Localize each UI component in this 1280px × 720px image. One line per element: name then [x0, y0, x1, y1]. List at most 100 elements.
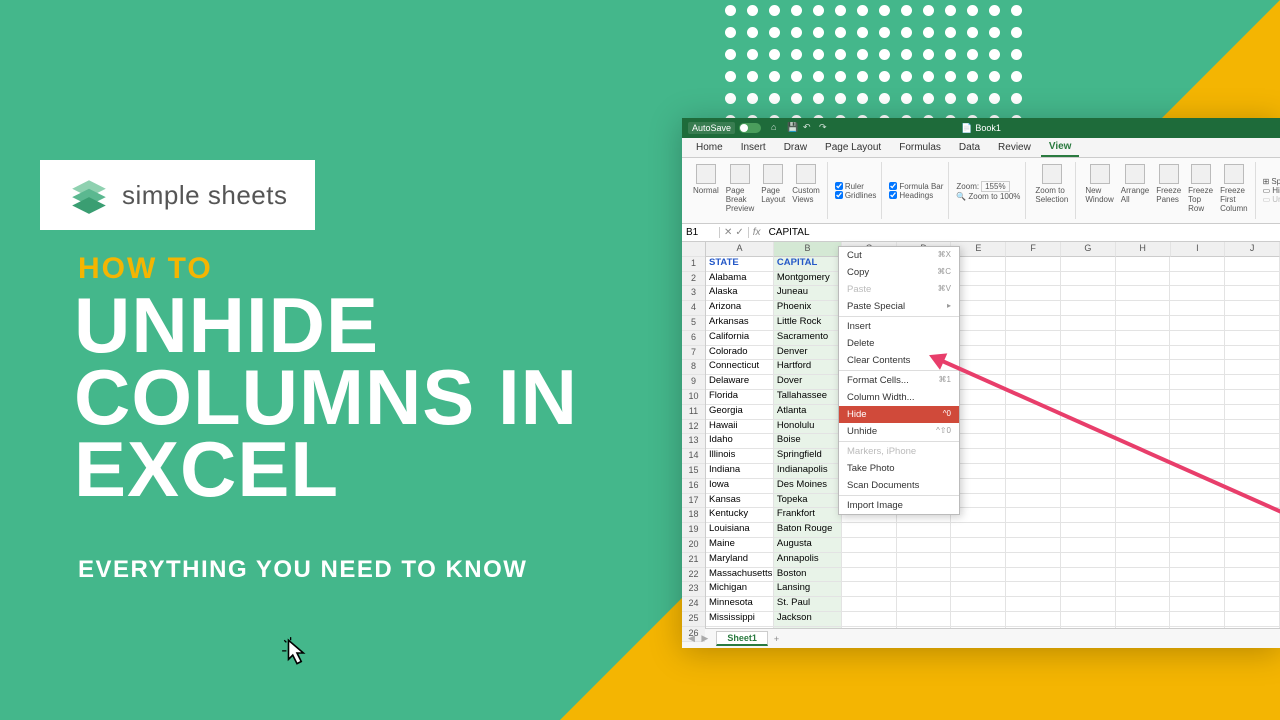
cell[interactable]: Boston [774, 568, 842, 583]
cell[interactable]: Montgomery [774, 272, 842, 287]
cell[interactable] [1116, 612, 1171, 627]
cell[interactable] [1116, 257, 1171, 272]
cell[interactable] [1170, 375, 1225, 390]
cell[interactable]: Connecticut [706, 360, 774, 375]
cell[interactable]: Denver [774, 346, 842, 361]
cell[interactable] [1116, 553, 1171, 568]
cell[interactable]: Springfield [774, 449, 842, 464]
cell[interactable] [1116, 420, 1171, 435]
menu-format-cells[interactable]: Format Cells...⌘1 [839, 372, 959, 389]
cell[interactable] [1061, 597, 1116, 612]
col-header-f[interactable]: F [1006, 242, 1061, 257]
cell[interactable] [1006, 464, 1061, 479]
row-header[interactable]: 21 [682, 553, 705, 568]
headings-checkbox[interactable]: Headings [889, 191, 943, 200]
zoom-selection-button[interactable]: Zoom to Selection [1033, 162, 1070, 206]
cell[interactable]: St. Paul [774, 597, 842, 612]
cell[interactable] [1170, 553, 1225, 568]
cell[interactable] [1061, 568, 1116, 583]
cell[interactable] [1170, 612, 1225, 627]
cell[interactable] [1116, 331, 1171, 346]
cell[interactable] [1006, 272, 1061, 287]
row-header[interactable]: 25 [682, 612, 705, 627]
menu-import-image[interactable]: Import Image [839, 497, 959, 514]
cell[interactable]: Indiana [706, 464, 774, 479]
row-header[interactable]: 19 [682, 523, 705, 538]
cell[interactable] [1061, 508, 1116, 523]
cell[interactable] [1116, 464, 1171, 479]
cell[interactable] [1006, 286, 1061, 301]
hide-button[interactable]: ▭Hide [1263, 186, 1280, 195]
cell[interactable]: Atlanta [774, 405, 842, 420]
cell[interactable]: STATE [706, 257, 774, 272]
row-header[interactable]: 12 [682, 420, 705, 435]
cell[interactable] [1061, 523, 1116, 538]
col-header-i[interactable]: I [1171, 242, 1226, 257]
freeze-top-row-button[interactable]: Freeze Top Row [1186, 162, 1215, 215]
cell[interactable] [1170, 494, 1225, 509]
cell[interactable] [1116, 508, 1171, 523]
cell[interactable] [1170, 449, 1225, 464]
cell[interactable]: Frankfort [774, 508, 842, 523]
cell[interactable] [1116, 568, 1171, 583]
row-header[interactable]: 17 [682, 494, 705, 509]
cell[interactable]: Phoenix [774, 301, 842, 316]
cell[interactable] [1225, 375, 1280, 390]
tab-home[interactable]: Home [688, 139, 731, 156]
cell[interactable]: Dover [774, 375, 842, 390]
cell[interactable] [1006, 538, 1061, 553]
split-button[interactable]: ⊞Split [1263, 177, 1280, 186]
ruler-checkbox[interactable]: Ruler [835, 182, 877, 191]
home-icon[interactable]: ⌂ [771, 122, 783, 134]
row-header[interactable]: 22 [682, 568, 705, 583]
cell[interactable]: Jackson [774, 612, 842, 627]
cell[interactable]: Michigan [706, 582, 774, 597]
cell[interactable] [1006, 553, 1061, 568]
cell[interactable] [897, 553, 952, 568]
cell[interactable] [897, 612, 952, 627]
cell[interactable] [1006, 375, 1061, 390]
menu-delete[interactable]: Delete [839, 335, 959, 352]
cell[interactable] [842, 538, 897, 553]
cell[interactable] [1170, 568, 1225, 583]
select-all[interactable] [682, 242, 705, 257]
menu-hide[interactable]: Hide^0 [839, 406, 959, 423]
cell[interactable]: Kansas [706, 494, 774, 509]
cell[interactable]: Florida [706, 390, 774, 405]
cell[interactable]: Juneau [774, 286, 842, 301]
cell[interactable] [1116, 360, 1171, 375]
cell[interactable] [1170, 257, 1225, 272]
cell[interactable] [1116, 390, 1171, 405]
cell[interactable] [1170, 508, 1225, 523]
cell[interactable]: CAPITAL [774, 257, 842, 272]
cell[interactable]: Arizona [706, 301, 774, 316]
cell[interactable] [1170, 420, 1225, 435]
cell[interactable] [1170, 360, 1225, 375]
row-header[interactable]: 2 [682, 272, 705, 287]
cell[interactable] [1116, 346, 1171, 361]
cell[interactable]: Baton Rouge [774, 523, 842, 538]
cell[interactable]: Sacramento [774, 331, 842, 346]
zoom-100-button[interactable]: 🔍Zoom to 100% [956, 192, 1020, 201]
cell[interactable] [951, 568, 1006, 583]
row-header[interactable]: 6 [682, 331, 705, 346]
unhide-button[interactable]: ▭Unhide [1263, 195, 1280, 204]
autosave-toggle[interactable] [739, 123, 761, 133]
cell[interactable] [1225, 331, 1280, 346]
cell[interactable]: Missouri [706, 627, 774, 628]
cell[interactable] [1170, 331, 1225, 346]
cell[interactable] [1225, 582, 1280, 597]
enter-icon[interactable]: ✓ [735, 227, 743, 238]
cell[interactable]: Louisiana [706, 523, 774, 538]
page-layout-button[interactable]: Page Layout [759, 162, 787, 215]
cell[interactable] [1006, 494, 1061, 509]
cell[interactable] [897, 597, 952, 612]
cell[interactable] [1225, 434, 1280, 449]
cell[interactable]: Delaware [706, 375, 774, 390]
cell[interactable] [1225, 405, 1280, 420]
cell[interactable]: Maine [706, 538, 774, 553]
cell[interactable] [951, 627, 1006, 628]
cell[interactable] [1006, 301, 1061, 316]
cell[interactable] [1116, 286, 1171, 301]
cell[interactable] [1006, 582, 1061, 597]
